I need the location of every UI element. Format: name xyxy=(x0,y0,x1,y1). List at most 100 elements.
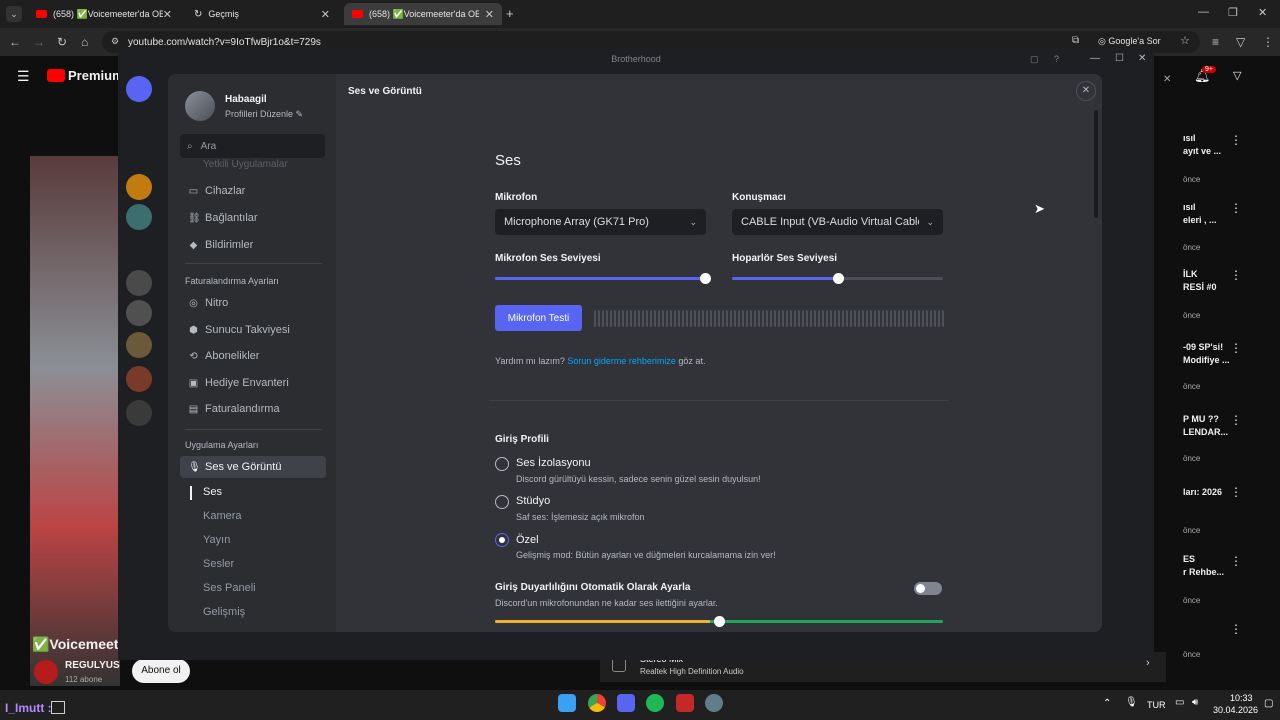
settings-gear-icon[interactable] xyxy=(705,694,723,712)
window-close-icon[interactable]: ✕ xyxy=(1258,6,1267,19)
close-tab-icon[interactable]: ✕ xyxy=(321,8,330,21)
subitem-soundboard[interactable]: Ses Paneli xyxy=(203,582,256,594)
channel-avatar[interactable] xyxy=(34,660,58,684)
scrollbar[interactable] xyxy=(1094,110,1098,218)
input-sensitivity-slider[interactable] xyxy=(495,616,943,627)
tab-search-button[interactable]: ⌄ xyxy=(6,6,22,22)
browser-tab-2[interactable]: ↻ Geçmiş ✕ xyxy=(186,3,338,25)
more-options-icon[interactable]: ⋮ xyxy=(1230,622,1242,636)
more-options-icon[interactable]: ⋮ xyxy=(1230,413,1242,427)
subitem-voice[interactable]: Ses xyxy=(203,486,222,498)
discord-home-icon[interactable] xyxy=(126,76,152,102)
sidebar-item-devices[interactable]: ▭ Cihazlar xyxy=(180,180,326,202)
more-options-icon[interactable]: ⋮ xyxy=(1230,133,1242,147)
tray-chevron-up-icon[interactable]: ⌃ xyxy=(1103,698,1111,709)
troubleshoot-link[interactable]: Sorun giderme rehberimize xyxy=(567,356,676,366)
speaker-select[interactable]: CABLE Input (VB-Audio Virtual Cable) ⌄ xyxy=(732,209,943,235)
help-icon[interactable]: ? xyxy=(1054,48,1059,70)
media-icon[interactable]: ≡ xyxy=(1212,35,1219,49)
server-icon[interactable] xyxy=(126,332,152,358)
close-tab-icon[interactable]: ✕ xyxy=(485,8,494,21)
subitem-advanced[interactable]: Gelişmiş xyxy=(203,606,245,618)
server-icon[interactable] xyxy=(126,174,152,200)
video-player[interactable] xyxy=(30,156,120,686)
radio-studio[interactable] xyxy=(495,495,509,509)
subscribe-button[interactable]: Abone ol xyxy=(132,659,190,683)
reload-icon[interactable]: ↻ xyxy=(57,35,67,49)
forward-icon[interactable]: → xyxy=(33,35,45,49)
settings-search-input[interactable]: ⌕ Ara xyxy=(180,134,325,158)
extension-icon[interactable]: ▽ xyxy=(1236,35,1245,49)
avatar[interactable] xyxy=(185,91,215,121)
discord-minimize-icon[interactable]: — xyxy=(1090,48,1100,70)
sidebar-item-nitro[interactable]: ◎ Nitro xyxy=(180,292,326,314)
sidebar-item-authorized-apps[interactable]: Yetkili Uygulamalar xyxy=(203,159,288,169)
install-icon[interactable]: ⧉ xyxy=(1072,35,1079,46)
filter-icon[interactable]: ▽ xyxy=(1233,69,1241,82)
sidebar-item-gift-inventory[interactable]: ▣ Hediye Envanteri xyxy=(180,372,326,394)
more-options-icon[interactable]: ⋮ xyxy=(1230,341,1242,355)
inbox-icon[interactable]: ▢ xyxy=(1030,48,1039,70)
new-tab-button[interactable]: + xyxy=(506,6,514,21)
server-icon[interactable] xyxy=(126,300,152,326)
sensitivity-handle[interactable] xyxy=(714,616,725,627)
speaker-volume-handle[interactable] xyxy=(832,273,844,284)
more-options-icon[interactable]: ⋮ xyxy=(1230,201,1242,215)
clock-date[interactable]: 30.04.2026 xyxy=(1213,705,1258,715)
language-indicator[interactable]: TUR xyxy=(1147,700,1166,710)
window-restore-icon[interactable]: ❐ xyxy=(1228,6,1238,19)
speaker-volume-slider[interactable] xyxy=(732,273,943,284)
close-settings-button[interactable]: ✕ xyxy=(1076,81,1096,101)
google-ask-button[interactable]: ◎ Google'a Sor xyxy=(1098,36,1161,47)
mic-test-button[interactable]: Mikrofon Testi xyxy=(495,305,582,331)
radio-voice-isolation[interactable] xyxy=(495,457,509,471)
discord-taskbar-icon[interactable] xyxy=(617,694,635,712)
subitem-stream[interactable]: Yayın xyxy=(203,534,230,546)
browser-tab-1[interactable]: (658) ✅Voicemeeter'da OBS, D ✕ xyxy=(28,3,180,25)
mic-volume-slider[interactable] xyxy=(495,273,711,284)
bookmark-star-icon[interactable]: ☆ xyxy=(1180,34,1190,47)
browser-tab-3-active[interactable]: (658) ✅Voicemeeter'da OBS, D ✕ xyxy=(344,3,502,25)
volume-icon[interactable]: 🔊︎ xyxy=(1192,697,1198,708)
server-icon[interactable] xyxy=(126,270,152,296)
sidebar-item-notifications[interactable]: ◆ Bildirimler xyxy=(180,234,326,256)
menu-kebab-icon[interactable]: ⋮ xyxy=(1262,35,1274,49)
edit-profile-link[interactable]: Profilleri Düzenle ✎ xyxy=(225,109,303,120)
server-icon[interactable] xyxy=(126,400,152,426)
tray-mic-icon[interactable]: 🎙︎ xyxy=(1125,697,1138,708)
more-options-icon[interactable]: ⋮ xyxy=(1230,485,1242,499)
more-options-icon[interactable]: ⋮ xyxy=(1230,268,1242,282)
sidebar-item-connections[interactable]: ⛓ Bağlantılar xyxy=(180,207,326,229)
close-panel-icon[interactable]: ✕ xyxy=(1163,74,1171,85)
server-icon[interactable] xyxy=(126,366,152,392)
mic-volume-handle[interactable] xyxy=(700,273,711,284)
sidebar-item-subscriptions[interactable]: ⟲ Abonelikler xyxy=(180,345,326,367)
back-icon[interactable]: ← xyxy=(9,35,21,49)
hamburger-menu-icon[interactable]: ☰ xyxy=(17,68,30,85)
sidebar-item-server-boost[interactable]: ⬢ Sunucu Takviyesi xyxy=(180,319,326,341)
server-icon[interactable] xyxy=(126,204,152,230)
chrome-icon[interactable] xyxy=(588,694,606,712)
discord-close-icon[interactable]: ✕ xyxy=(1138,48,1146,70)
sidebar-item-voice-video[interactable]: 🎙︎ Ses ve Görüntü xyxy=(180,456,326,478)
close-tab-icon[interactable]: ✕ xyxy=(163,8,172,21)
radio-custom[interactable] xyxy=(495,533,509,547)
home-icon[interactable]: ⌂ xyxy=(81,35,88,49)
more-options-icon[interactable]: ⋮ xyxy=(1230,554,1242,568)
auto-sensitivity-toggle[interactable] xyxy=(914,582,942,595)
sidebar-item-billing[interactable]: ▤ Faturalandırma xyxy=(180,398,326,420)
spotify-icon[interactable] xyxy=(646,694,664,712)
site-info-icon[interactable]: ⚙ xyxy=(111,36,119,47)
start-icon[interactable] xyxy=(558,694,576,712)
channel-name[interactable]: REGULYUS xyxy=(65,660,120,671)
discord-maximize-icon[interactable]: ☐ xyxy=(1115,48,1124,70)
microphone-select[interactable]: Microphone Array (GK71 Pro) ⌄ xyxy=(495,209,706,235)
voicemeeter-icon[interactable] xyxy=(676,694,694,712)
window-minimize-icon[interactable]: — xyxy=(1198,6,1209,18)
youtube-logo[interactable]: Premium xyxy=(47,68,124,83)
network-icon[interactable]: ▭ xyxy=(1175,697,1184,708)
notification-center-icon[interactable]: ▢ xyxy=(1264,698,1273,709)
clock-time[interactable]: 10:33 xyxy=(1230,693,1253,703)
subitem-sounds[interactable]: Sesler xyxy=(203,558,234,570)
subitem-camera[interactable]: Kamera xyxy=(203,510,242,522)
